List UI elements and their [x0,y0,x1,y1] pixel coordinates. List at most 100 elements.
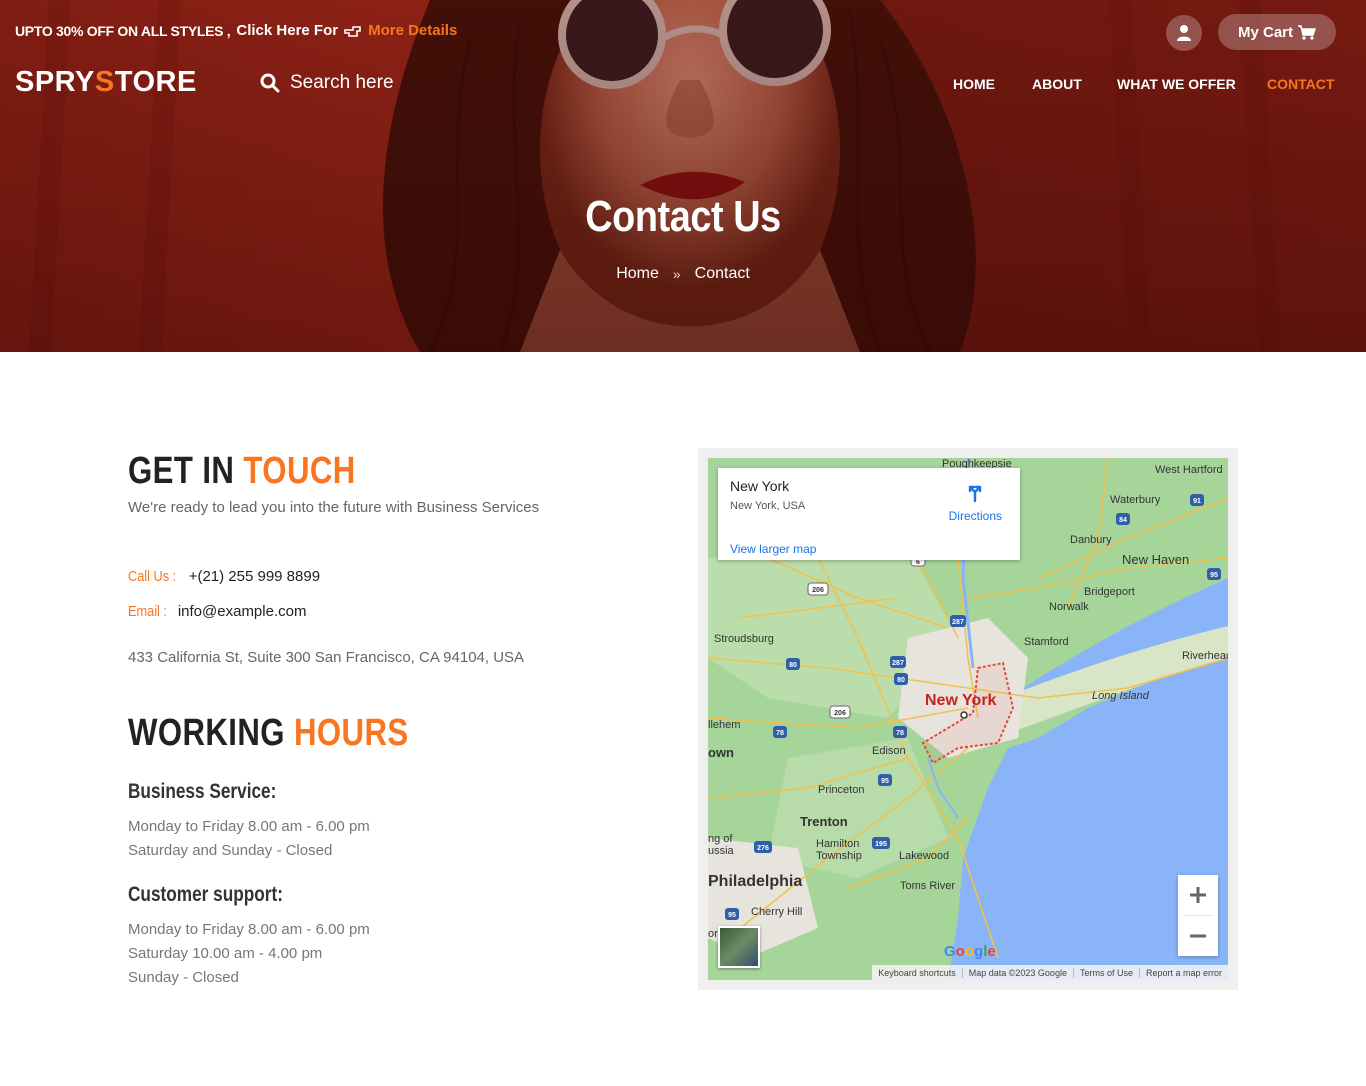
shield-number: 6 [916,559,920,566]
breadcrumb-separator-icon: » [672,266,681,282]
heading-accent: TOUCH [243,450,356,492]
touch-lead-text: We're ready to lead you into the future … [128,499,540,516]
get-in-touch-heading: GET IN TOUCH [128,450,356,493]
terms-of-use-link[interactable]: Terms of Use [1072,967,1139,978]
call-value[interactable]: +(21) 255 999 8899 [189,568,320,585]
shield-number: 84 [1119,517,1127,524]
interstate-shield: 91 [1190,494,1204,506]
support-hours-line: Sunday - Closed [128,969,239,986]
map-attribution: Keyboard shortcuts Map data ©2023 Google… [872,965,1228,980]
place-info-card: New York New York, USA View larger map D… [718,468,1020,560]
email-row: Email : info@example.com [128,603,306,620]
interstate-shield: 78 [893,726,907,738]
map-data-text: Map data ©2023 Google [961,967,1073,978]
user-icon [1177,25,1191,41]
interstate-shield: 276 [754,841,772,853]
directions-button[interactable]: Directions [949,482,1002,523]
call-row: Call Us : +(21) 255 999 8899 [128,568,320,585]
view-larger-map-link[interactable]: View larger map [730,542,816,556]
plus-icon [1190,887,1206,903]
support-hours-line: Saturday 10.00 am - 4.00 pm [128,945,323,962]
page-title: Contact Us [585,192,781,241]
business-hours-list: Monday to Friday 8.00 am - 6.00 pm Satur… [128,815,370,863]
shield-number: 91 [1193,498,1201,505]
support-hours-line: Monday to Friday 8.00 am - 6.00 pm [128,921,370,938]
shield-number: 78 [896,730,904,737]
hours-heading-dark: WORKING [128,712,285,754]
shield-number: 206 [812,587,824,594]
search-box[interactable]: Search here [260,72,394,94]
search-icon [260,73,280,93]
shield-number: 287 [892,660,904,667]
report-map-error-link[interactable]: Report a map error [1138,967,1228,978]
route-shield: 206 [807,582,829,596]
email-label: Email : [128,603,167,620]
shield-number: 95 [881,778,889,785]
hero-banner: UPTO 30% OFF ON ALL STYLES , Click Here … [0,0,1366,352]
shield-number: 80 [897,677,905,684]
interstate-shield: 287 [950,615,966,627]
site-logo[interactable]: SPRYSTORE [15,66,197,99]
support-hours-list: Monday to Friday 8.00 am - 6.00 pm Satur… [128,918,370,990]
business-hours-line: Saturday and Sunday - Closed [128,842,333,859]
google-map[interactable]: Poughkeepsie West Hartford Waterbury Dan… [708,458,1228,980]
interstate-shield: 80 [786,658,800,670]
nav-home[interactable]: HOME [953,76,995,92]
hand-pointer-icon [344,25,361,37]
breadcrumb-home[interactable]: Home [616,265,659,283]
cart-label: My Cart [1237,23,1293,41]
address-text: 433 California St, Suite 300 San Francis… [128,649,525,666]
shield-number: 80 [789,662,797,669]
shopping-cart-icon [1298,24,1316,40]
keyboard-shortcuts-link[interactable]: Keyboard shortcuts [872,968,962,978]
shield-number: 95 [728,912,736,919]
shield-number: 206 [834,710,846,717]
interstate-shield: 95 [1207,568,1221,580]
promo-bar: UPTO 30% OFF ON ALL STYLES , Click Here … [15,22,457,39]
directions-icon [969,485,982,503]
logo-part2: TORE [114,66,197,98]
interstate-shield: 195 [872,837,890,849]
map-frame: Poughkeepsie West Hartford Waterbury Dan… [698,448,1238,990]
shield-number: 276 [757,845,769,852]
shield-number: 78 [776,730,784,737]
nav-contact[interactable]: CONTACT [1267,76,1334,92]
breadcrumb: Home » Contact [0,265,1366,283]
shield-number: 287 [952,619,964,626]
directions-label: Directions [948,509,1002,523]
shield-number: 95 [1210,572,1218,579]
zoom-out-button[interactable] [1178,916,1218,956]
interstate-shield: 287 [890,656,906,668]
google-logo: Google [944,943,996,960]
interstate-shield: 80 [894,673,908,685]
route-shield: 206 [829,705,851,719]
business-hours-line: Monday to Friday 8.00 am - 6.00 pm [128,818,370,835]
more-details-link[interactable]: More Details [368,22,457,39]
user-account-button[interactable] [1166,15,1202,51]
promo-click-text: Click Here For [236,22,339,39]
interstate-shield: 84 [1116,513,1130,525]
business-service-title: Business Service: [128,780,277,803]
interstate-shield: 78 [773,726,787,738]
customer-support-title: Customer support: [128,883,283,906]
email-value[interactable]: info@example.com [178,603,307,620]
nav-about[interactable]: ABOUT [1032,76,1082,92]
working-hours-heading: WORKING HOURS [128,712,409,755]
hero-overlay [0,0,1366,352]
my-cart-button[interactable]: My Cart [1218,14,1336,50]
nav-what-we-offer[interactable]: WHAT WE OFFER [1117,76,1236,92]
search-placeholder: Search here [290,72,394,93]
call-label: Call Us : [128,568,177,585]
promo-text: UPTO 30% OFF ON ALL STYLES , [15,22,231,39]
interstate-shield: 95 [725,908,739,920]
logo-part1: SPRY [15,66,95,98]
interstate-shield: 95 [878,774,892,786]
minus-icon [1190,934,1206,938]
breadcrumb-current: Contact [694,265,750,282]
shield-number: 195 [875,841,887,848]
heading-dark: GET IN [128,450,235,492]
zoom-controls [1178,875,1218,956]
zoom-in-button[interactable] [1178,875,1218,915]
logo-accent: S [94,66,115,98]
satellite-toggle-button[interactable] [718,926,760,968]
